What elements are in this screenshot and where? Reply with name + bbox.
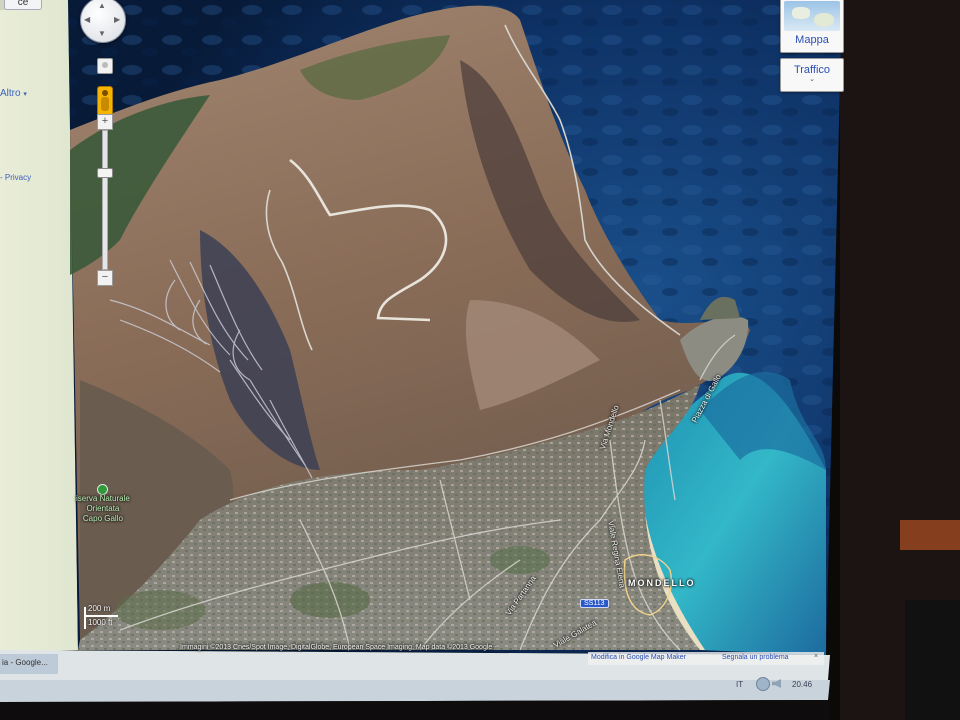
zoom-slider-track[interactable] (102, 130, 108, 270)
report-problem-link[interactable]: Segnala un problema (722, 654, 789, 661)
browser-tab-fragment[interactable]: ce (4, 0, 42, 10)
caret-down-icon: ▾ (23, 91, 27, 98)
traffic-label: Traffico (793, 64, 831, 76)
road-shield-ss113: SS113 (580, 599, 609, 608)
town-label[interactable]: MONDELLO (628, 578, 696, 588)
satellite-globe-icon (784, 1, 840, 31)
edit-in-map-maker-link[interactable]: Modifica in Google Map Maker (591, 654, 686, 661)
pan-down-arrow-icon[interactable]: ▼ (98, 29, 106, 38)
taskbar-clock[interactable]: 20.46 (792, 680, 812, 689)
pan-up-arrow-icon[interactable]: ▲ (98, 1, 106, 10)
scale-feet: 1000 ft (88, 618, 113, 627)
privacy-link-label: - Privacy (0, 173, 32, 182)
close-icon[interactable]: × (814, 653, 818, 660)
map-attribution: Immagini ©2013 Cnes/Spot Image, DigitalG… (180, 644, 497, 651)
pegman-icon[interactable] (97, 58, 113, 74)
pan-right-arrow-icon[interactable]: ▶ (114, 15, 120, 24)
scale-bar: 200 m 1000 ft (82, 604, 144, 632)
taskbar-language[interactable]: IT (736, 680, 743, 689)
zoom-control: + − (96, 58, 114, 288)
reserve-label-line3: Capo Gallo (82, 514, 123, 523)
taskbar-tab-label: ia - Google... (2, 658, 48, 667)
reserve-label-line1: iserva Naturale (76, 494, 130, 503)
map-type-button[interactable]: Mappa (780, 0, 844, 53)
reserve-label-line2: Orientata (86, 504, 120, 513)
sidebar-more-link[interactable]: Altro ▾ (0, 88, 27, 99)
pan-left-arrow-icon[interactable]: ◀ (84, 15, 90, 24)
footer-links-bar: Modifica in Google Map Maker Segnala un … (588, 652, 824, 665)
scale-meters: 200 m (88, 604, 111, 613)
street-view-pegman-icon[interactable] (97, 86, 113, 116)
more-link-label: Altro (0, 88, 21, 99)
zoom-in-icon[interactable]: + (97, 114, 113, 130)
map-type-label: Mappa (795, 34, 829, 46)
traffic-button[interactable]: Traffico ⌄ (780, 58, 844, 92)
taskbar-browser-tab[interactable]: ia - Google... (2, 658, 48, 667)
zoom-slider-handle[interactable] (97, 168, 113, 178)
zoom-out-icon[interactable]: − (97, 270, 113, 286)
chevron-down-icon: ⌄ (809, 76, 815, 83)
network-icon[interactable] (756, 677, 770, 691)
reserve-label[interactable]: iserva Naturale Orientata Capo Gallo (76, 494, 130, 524)
sidebar-privacy-link[interactable]: - Privacy (0, 173, 31, 182)
road-shield-label: SS113 (584, 600, 605, 607)
browser-tab-label: ce (17, 0, 29, 8)
photographed-monitor-scene (0, 0, 960, 720)
